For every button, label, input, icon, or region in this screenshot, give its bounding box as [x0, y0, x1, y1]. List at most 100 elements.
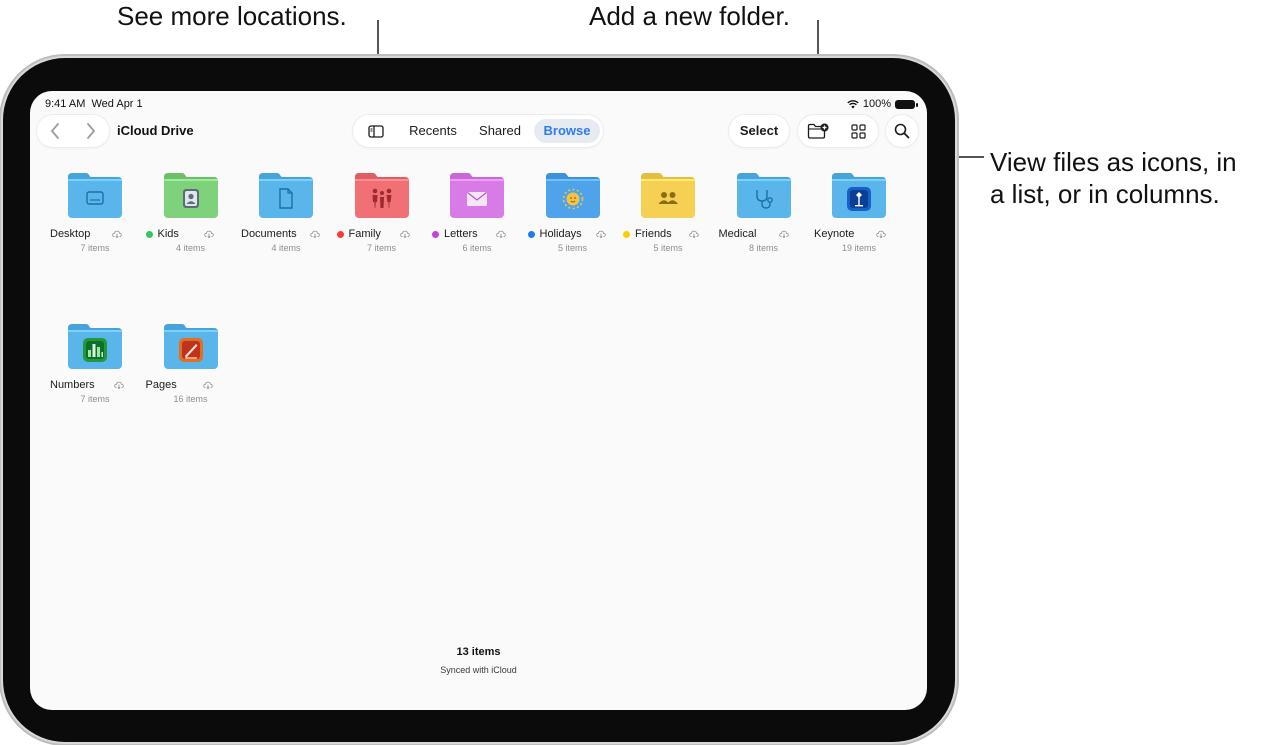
folder-kids[interactable]: Kids 4 items: [145, 171, 236, 253]
new-folder-icon: [807, 123, 829, 139]
folder-family[interactable]: Family 7 items: [336, 171, 427, 253]
new-folder-button[interactable]: [798, 115, 838, 147]
cloud-download-icon: [875, 230, 886, 238]
folder-keynote[interactable]: Keynote 19 items: [814, 171, 904, 253]
folder-holidays[interactable]: Holidays 5 items: [527, 171, 618, 253]
folder-name: Desktop: [50, 228, 91, 240]
folder-label: Kids: [145, 228, 236, 240]
folder-icon: [736, 173, 791, 218]
folder-icon: [641, 173, 695, 218]
folder-label: Medical: [719, 228, 809, 240]
tab-browse[interactable]: Browse: [534, 119, 600, 143]
folder-label: Numbers: [50, 379, 140, 391]
callout-view-files-line2: a list, or in columns.: [990, 179, 1220, 209]
folder-item-count: 7 items: [80, 394, 110, 404]
sidebar-button[interactable]: [356, 115, 396, 147]
folder-item-count: 19 items: [841, 243, 876, 253]
folder-documents[interactable]: Documents 4 items: [241, 171, 331, 253]
tag-dot: [527, 230, 535, 238]
folder-item-count: 7 items: [80, 243, 110, 253]
forward-button[interactable]: [73, 115, 109, 147]
search-icon: [894, 123, 910, 139]
folder-icon: [545, 173, 600, 218]
search-icon-wrap: [886, 115, 918, 147]
folder-icon: [450, 173, 504, 218]
tag-dot: [623, 230, 630, 238]
folder-name: Medical: [718, 228, 757, 240]
folder-letters[interactable]: Letters 6 items: [432, 171, 522, 253]
folder-name: Friends: [635, 228, 672, 240]
folder-label: Family: [336, 228, 427, 240]
cloud-download-icon: [596, 230, 606, 238]
folder-numbers[interactable]: Numbers 7 items: [50, 322, 140, 404]
folder-label: Desktop: [50, 228, 140, 240]
tag-dot: [336, 230, 344, 238]
folder-item-count: 8 items: [748, 243, 778, 253]
cloud-download-icon: [111, 230, 122, 238]
wifi-icon: [847, 99, 859, 108]
keynote-app-icon: [847, 187, 871, 211]
tag-dot: [145, 230, 153, 238]
status-indicators: 100%: [847, 98, 918, 110]
pages-app-icon: [178, 338, 203, 362]
cloud-download-icon: [400, 230, 410, 238]
status-time-date: 9:41 AM Wed Apr 1: [45, 98, 143, 110]
folder-view-group: [798, 115, 878, 147]
folder-name: Documents: [241, 228, 297, 240]
tab-shared[interactable]: Shared: [470, 119, 530, 143]
folder-label: Pages: [146, 379, 236, 391]
folder-label: Keynote: [814, 228, 904, 240]
files-screen: 9:41 AM Wed Apr 1 100% iCloud Drive Rece…: [30, 91, 927, 710]
select-button[interactable]: Select: [729, 115, 789, 147]
tab-recents[interactable]: Recents: [402, 119, 464, 143]
folder-icon: [68, 173, 122, 218]
folder-item-count: 4 items: [175, 243, 205, 253]
folder-name: Keynote: [814, 228, 855, 240]
forward-icon: [87, 123, 96, 139]
folder-item-count: 4 items: [271, 243, 301, 253]
folder-desktop[interactable]: Desktop 7 items: [50, 171, 140, 253]
search-button[interactable]: [886, 115, 918, 147]
folder-icon: [354, 173, 409, 218]
select-label: Select: [739, 123, 779, 138]
folder-item-count: 6 items: [462, 243, 492, 253]
folder-item-count: 16 items: [173, 394, 208, 404]
battery-percent: 100%: [862, 98, 891, 110]
folder-label: Letters: [432, 228, 522, 240]
folder-item-count: 7 items: [366, 243, 396, 253]
sync-status: Synced with iCloud: [440, 665, 517, 675]
battery-icon: [895, 99, 918, 109]
sidebar-icon: [368, 124, 384, 138]
locations-segmented-control: Recents Shared Browse: [353, 115, 603, 147]
back-icon: [50, 123, 59, 139]
folder-item-count: 5 items: [653, 243, 683, 253]
folder-icon: [259, 173, 313, 218]
folder-name: Numbers: [50, 379, 95, 391]
page-title: iCloud Drive: [117, 123, 194, 138]
folder-pages[interactable]: Pages 16 items: [146, 322, 236, 404]
folder-label: Friends: [623, 228, 713, 240]
cloud-download-icon: [202, 381, 213, 389]
view-options-button[interactable]: [838, 115, 878, 147]
back-button[interactable]: [37, 115, 73, 147]
folder-friends[interactable]: Friends 5 items: [623, 171, 713, 253]
callout-add-new-folder: Add a new folder.: [589, 1, 790, 31]
callout-see-more-locations: See more locations.: [117, 1, 347, 31]
contacts-icon: [182, 189, 199, 208]
folder-name: Letters: [444, 228, 478, 240]
folder-name: Family: [348, 228, 381, 240]
cloud-download-icon: [779, 230, 789, 238]
numbers-app-icon: [83, 338, 107, 362]
folder-name: Pages: [145, 379, 177, 391]
folder-name: Kids: [157, 228, 179, 240]
folder-icon: [832, 173, 886, 218]
cloud-download-icon: [310, 230, 321, 238]
cloud-download-icon: [114, 381, 124, 389]
tag-dot: [432, 230, 439, 238]
folder-label: Documents: [241, 228, 331, 240]
folder-item-count: 5 items: [557, 243, 587, 253]
callout-view-files-line1: View files as icons, in: [990, 147, 1237, 177]
family-icon: [372, 188, 391, 208]
folder-medical[interactable]: Medical 8 items: [719, 171, 809, 253]
status-time: 9:41 AM: [45, 98, 86, 110]
